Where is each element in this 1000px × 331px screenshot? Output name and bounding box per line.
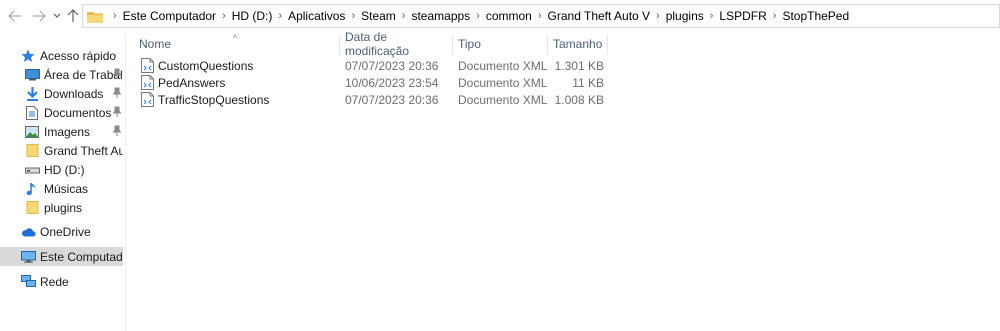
- breadcrumb: › Este Computador › HD (D:) › Aplicativos › Ste…: [107, 9, 849, 23]
- sidebar-item-this-pc[interactable]: Este Computador: [0, 247, 123, 266]
- file-name[interactable]: TrafficStopQuestions: [141, 91, 269, 108]
- file-type: Documento XML: [458, 75, 548, 90]
- cloud-icon: [20, 224, 36, 240]
- pin-icon: [112, 106, 122, 117]
- recent-locations-button[interactable]: [50, 7, 64, 25]
- sidebar-item-label: OneDrive: [40, 224, 91, 239]
- address-bar[interactable]: › Este Computador › HD (D:) › Aplicativos › Ste…: [82, 4, 1000, 28]
- file-list: ^ Nome Data de modificação Tipo Tamanho …: [127, 30, 1000, 331]
- arrow-right-icon: [33, 10, 46, 22]
- sidebar-item-label: HD (D:): [44, 162, 85, 177]
- breadcrumb-item[interactable]: Steam: [361, 9, 396, 23]
- sidebar-item-hd[interactable]: HD (D:): [0, 160, 123, 179]
- breadcrumb-separator[interactable]: ›: [216, 10, 232, 22]
- sidebar-item-label: Documentos: [44, 105, 112, 120]
- network-icon: [20, 274, 36, 290]
- download-icon: [24, 86, 40, 102]
- sidebar-item-desktop[interactable]: Área de Trabalho: [0, 65, 123, 84]
- sidebar-item-label: Downloads: [44, 86, 104, 101]
- arrow-left-icon: [8, 10, 21, 22]
- breadcrumb-separator[interactable]: ›: [704, 10, 720, 22]
- pin-icon: [112, 68, 122, 79]
- file-name[interactable]: CustomQuestions: [141, 57, 253, 74]
- sidebar-item-downloads[interactable]: Downloads: [0, 84, 123, 103]
- xml-file-icon: [141, 58, 154, 73]
- column-divider[interactable]: [607, 35, 608, 55]
- file-name[interactable]: PedAnswers: [141, 74, 225, 91]
- breadcrumb-item[interactable]: StopThePed: [782, 9, 849, 23]
- folder-icon: [87, 11, 103, 23]
- column-header-type[interactable]: Tipo: [452, 33, 547, 55]
- back-button[interactable]: [6, 7, 24, 25]
- file-size: 1.301 KB: [554, 58, 604, 73]
- sidebar-item-documents[interactable]: Documentos: [0, 103, 123, 122]
- folder-icon: [24, 200, 40, 216]
- computer-icon: [20, 249, 36, 265]
- file-size: 11 KB: [572, 75, 604, 90]
- pin-icon: [112, 87, 122, 98]
- document-icon: [24, 105, 40, 121]
- file-type: Documento XML: [458, 92, 548, 107]
- file-name-label: CustomQuestions: [158, 58, 254, 73]
- folder-icon: [24, 143, 40, 159]
- breadcrumb-item[interactable]: Este Computador: [123, 9, 216, 23]
- breadcrumb-item[interactable]: plugins: [666, 9, 704, 23]
- sidebar-item-images[interactable]: Imagens: [0, 122, 123, 141]
- file-name-label: PedAnswers: [158, 75, 226, 90]
- sidebar-item-label: Rede: [40, 274, 69, 289]
- breadcrumb-item[interactable]: LSPDFR: [719, 9, 766, 23]
- breadcrumb-separator[interactable]: ›: [107, 10, 123, 22]
- breadcrumb-separator[interactable]: ›: [532, 10, 548, 22]
- sidebar-item-gta-folder[interactable]: Grand Theft Auto V: [0, 141, 123, 160]
- sidebar-item-music[interactable]: Músicas: [0, 179, 123, 198]
- file-date: 10/06/2023 23:54: [345, 75, 439, 90]
- breadcrumb-item[interactable]: common: [486, 9, 532, 23]
- breadcrumb-item[interactable]: steamapps: [411, 9, 470, 23]
- breadcrumb-item[interactable]: Aplicativos: [288, 9, 345, 23]
- file-type: Documento XML: [458, 58, 548, 73]
- sidebar-item-label: Músicas: [44, 181, 89, 196]
- file-date: 07/07/2023 20:36: [345, 58, 439, 73]
- arrow-up-icon: [67, 9, 79, 22]
- table-row[interactable]: CustomQuestions 07/07/2023 20:36 Documen…: [127, 57, 607, 74]
- xml-file-icon: [141, 92, 154, 107]
- image-icon: [24, 124, 40, 140]
- sidebar-item-onedrive[interactable]: OneDrive: [0, 222, 123, 241]
- sidebar-item-label: Acesso rápido: [40, 48, 117, 63]
- sidebar-item-label: Este Computador: [40, 249, 123, 264]
- breadcrumb-item[interactable]: Grand Theft Auto V: [548, 9, 651, 23]
- table-row[interactable]: TrafficStopQuestions 07/07/2023 20:36 Do…: [127, 91, 607, 108]
- file-name-label: TrafficStopQuestions: [158, 92, 270, 107]
- breadcrumb-separator[interactable]: ›: [396, 10, 412, 22]
- file-date: 07/07/2023 20:36: [345, 92, 439, 107]
- column-header-size[interactable]: Tamanho: [547, 33, 607, 55]
- table-row[interactable]: PedAnswers 10/06/2023 23:54 Documento XM…: [127, 74, 607, 91]
- breadcrumb-separator[interactable]: ›: [650, 10, 666, 22]
- sidebar-item-plugins[interactable]: plugins: [0, 198, 123, 217]
- music-icon: [24, 181, 40, 197]
- pin-icon: [112, 125, 122, 136]
- navigation-bar: › Este Computador › HD (D:) › Aplicativos › Ste…: [0, 0, 1000, 33]
- xml-file-icon: [141, 75, 154, 90]
- sidebar-item-quick-access[interactable]: Acesso rápido: [0, 46, 123, 65]
- chevron-down-icon: [53, 13, 61, 18]
- desktop-icon: [24, 67, 40, 83]
- up-button[interactable]: [64, 7, 82, 25]
- star-icon: [20, 48, 36, 64]
- breadcrumb-separator[interactable]: ›: [767, 10, 783, 22]
- column-header-date[interactable]: Data de modificação: [339, 30, 452, 58]
- column-header-name[interactable]: Nome: [133, 33, 339, 55]
- breadcrumb-item[interactable]: HD (D:): [232, 9, 273, 23]
- sidebar-item-label: Grand Theft Auto V: [44, 143, 123, 158]
- breadcrumb-separator[interactable]: ›: [345, 10, 361, 22]
- sidebar-item-label: Imagens: [44, 124, 91, 139]
- navigation-pane: Acesso rápido Área de Trabalho Downloads…: [0, 33, 126, 331]
- breadcrumb-separator[interactable]: ›: [272, 10, 288, 22]
- sidebar-item-network[interactable]: Rede: [0, 272, 123, 291]
- drive-icon: [24, 162, 40, 178]
- breadcrumb-separator[interactable]: ›: [470, 10, 486, 22]
- sidebar-item-label: plugins: [44, 200, 83, 215]
- forward-button[interactable]: [30, 7, 48, 25]
- file-size: 1.008 KB: [554, 92, 604, 107]
